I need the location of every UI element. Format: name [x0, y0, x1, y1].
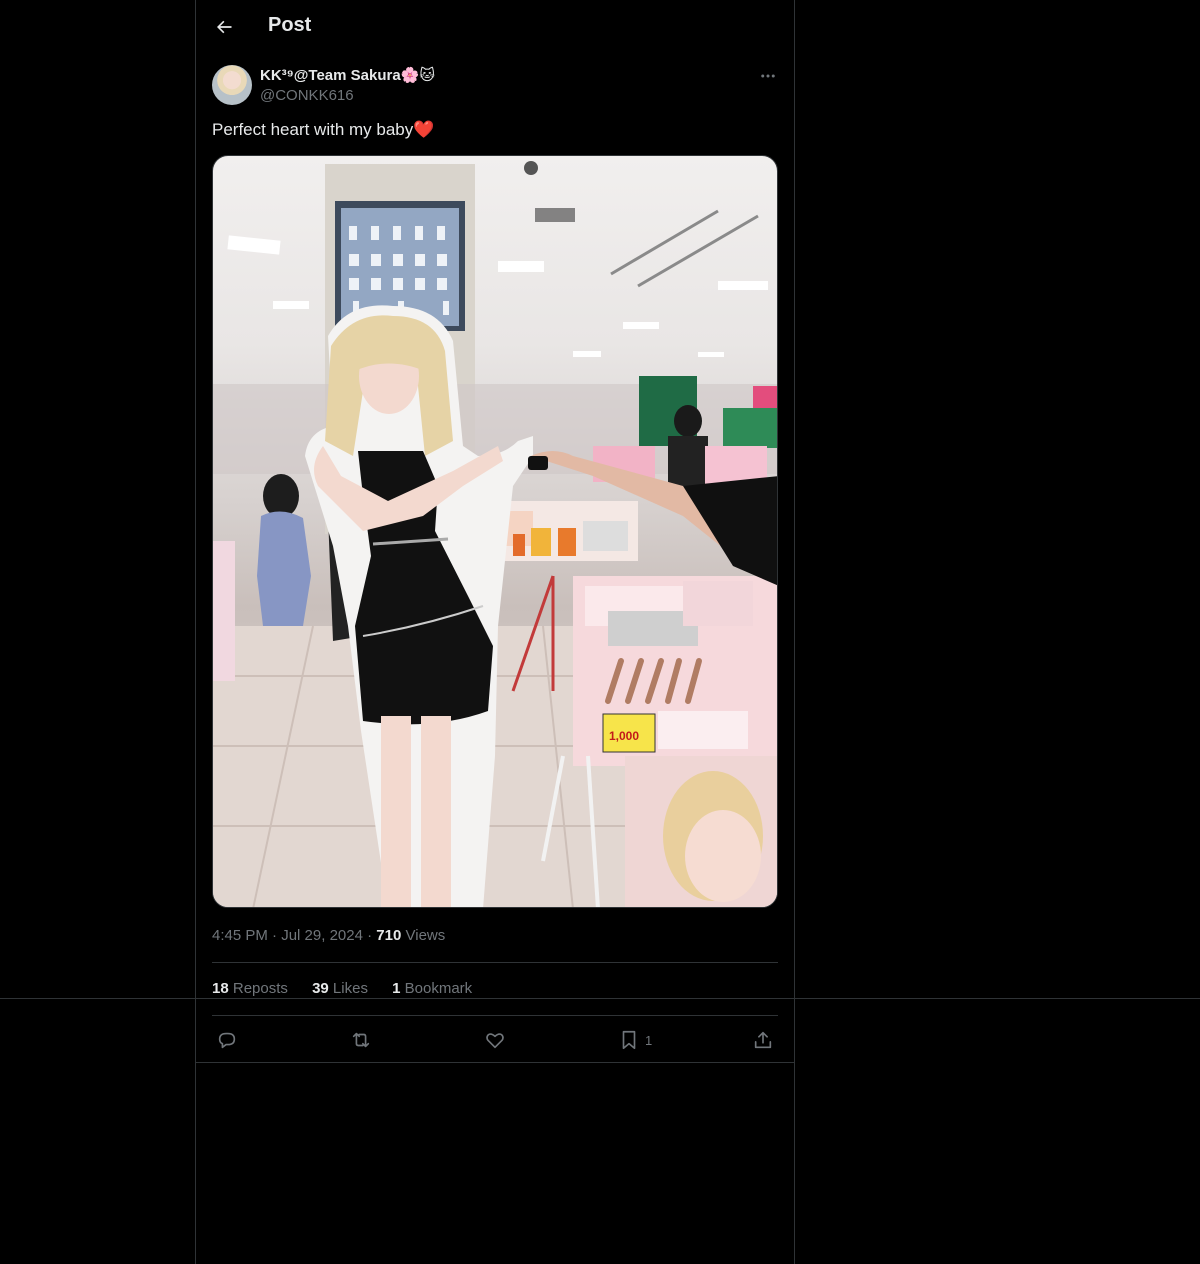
reply-icon	[218, 1032, 236, 1049]
display-name[interactable]: KK³⁹@Team Sakura🌸🐱	[260, 66, 435, 84]
user-handle[interactable]: @CONKK616	[260, 87, 354, 104]
views-count: 710	[376, 927, 402, 944]
more-icon	[761, 74, 775, 78]
post-meta: 4:45 PM · Jul 29, 2024 · 710 Views	[212, 927, 445, 944]
like-button[interactable]	[484, 1026, 506, 1054]
back-arrow-icon	[217, 20, 232, 34]
bookmarks-count: 1	[392, 980, 401, 997]
share-icon	[754, 1031, 772, 1049]
repost-button[interactable]	[350, 1026, 372, 1054]
reposts-count: 18	[212, 980, 229, 997]
likes-count: 39	[312, 980, 329, 997]
post-text: Perfect heart with my baby❤️	[212, 120, 435, 139]
back-button[interactable]	[210, 13, 238, 41]
post-image[interactable]: 1,000	[212, 155, 778, 908]
meta-separator: ·	[367, 927, 377, 944]
bookmarks-stat[interactable]: 1 Bookmark	[392, 980, 472, 997]
post-date[interactable]: Jul 29, 2024	[281, 927, 363, 944]
like-icon	[486, 1033, 504, 1049]
views-label: Views	[405, 927, 446, 944]
post-stats: 18 Reposts 39 Likes 1 Bookmark	[212, 980, 492, 997]
reply-button[interactable]	[216, 1026, 238, 1054]
page-title: Post	[268, 14, 312, 36]
more-button[interactable]	[756, 64, 780, 88]
meta-separator: ·	[272, 927, 282, 944]
likes-label: Likes	[332, 980, 368, 997]
bookmark-button[interactable]: 1	[618, 1026, 652, 1054]
bookmark-count: 1	[645, 1032, 653, 1048]
divider	[212, 962, 778, 963]
repost-icon	[352, 1032, 370, 1048]
header: Post	[196, 0, 794, 54]
likes-stat[interactable]: 39 Likes	[312, 980, 368, 997]
bookmarks-label: Bookmark	[404, 980, 473, 997]
avatar[interactable]	[212, 65, 252, 105]
reposts-label: Reposts	[232, 980, 288, 997]
overlay-line	[0, 998, 1200, 999]
divider	[196, 1062, 794, 1063]
divider	[212, 1015, 778, 1016]
price-tag: 1,000	[609, 729, 639, 743]
bookmark-icon	[622, 1030, 636, 1050]
share-button[interactable]	[752, 1026, 774, 1054]
store-photo: 1,000	[213, 161, 777, 907]
reposts-stat[interactable]: 18 Reposts	[212, 980, 288, 997]
post-column: Post KK³⁹@Team Sakura🌸🐱 @CONKK616 Perfec…	[195, 0, 795, 1264]
post-time[interactable]: 4:45 PM	[212, 927, 268, 944]
action-bar: 1	[212, 1026, 778, 1054]
